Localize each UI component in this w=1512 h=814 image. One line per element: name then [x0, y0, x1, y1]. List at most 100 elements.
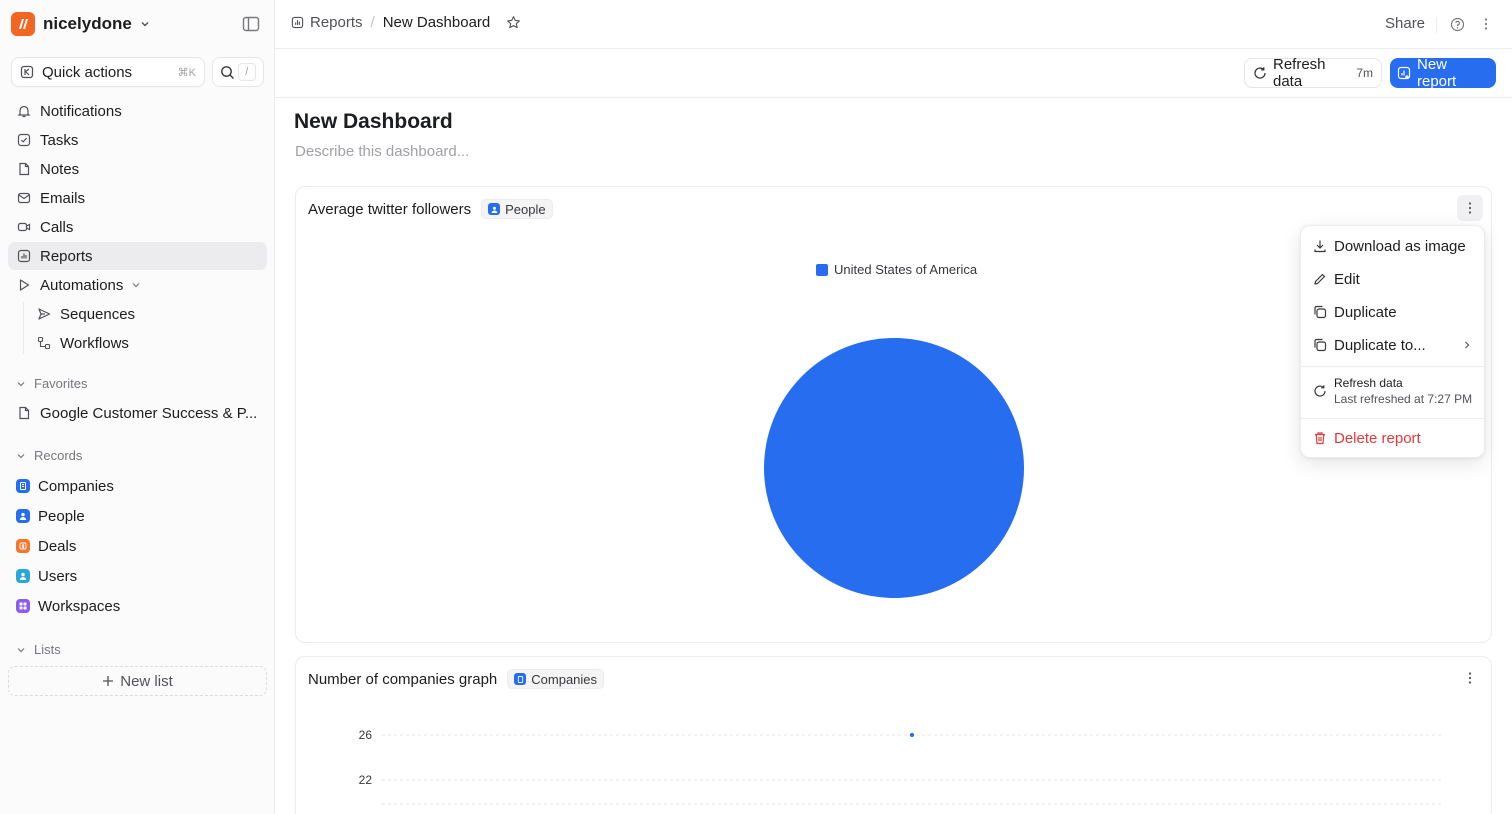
share-button[interactable]: Share — [1385, 15, 1425, 32]
send-icon — [36, 306, 52, 322]
records-heading: Records — [34, 448, 83, 463]
menu-label: Delete report — [1334, 429, 1421, 447]
more-vertical-icon[interactable] — [1479, 17, 1493, 31]
sidebar-item-label: Workflows — [60, 334, 129, 352]
sidebar-item-label: Automations — [40, 276, 124, 294]
quick-actions-shortcut: ⌘K — [177, 66, 196, 79]
report-actions-menu: Download as image Edit Duplicate Duplica… — [1300, 225, 1485, 458]
person-icon — [16, 509, 30, 523]
sidebar: nicelydone Quick actions ⌘K / Notificati… — [0, 0, 275, 814]
top-bar: Reports / New Dashboard Share — [275, 0, 1512, 49]
download-icon — [1313, 239, 1327, 253]
user-icon — [16, 569, 30, 583]
menu-download-image[interactable]: Download as image — [1305, 232, 1482, 260]
menu-refresh-data[interactable]: Refresh data Last refreshed at 7:27 PM — [1305, 371, 1482, 411]
workflow-icon — [36, 335, 52, 351]
sidebar-item-label: Tasks — [40, 131, 79, 149]
sidebar-item-deals[interactable]: Deals — [8, 532, 267, 560]
sidebar-item-automations[interactable]: Automations — [8, 271, 267, 299]
quick-actions-label: Quick actions — [42, 63, 133, 81]
menu-duplicate-to[interactable]: Duplicate to... — [1305, 331, 1482, 359]
sidebar-item-label: Sequences — [60, 305, 136, 323]
dollar-icon — [16, 539, 30, 553]
refresh-data-button[interactable]: Refresh data 7m — [1244, 56, 1382, 90]
workspace-switcher[interactable]: nicelydone — [11, 11, 150, 37]
sidebar-item-label: People — [38, 507, 85, 525]
menu-edit[interactable]: Edit — [1305, 265, 1482, 293]
refresh-age: 7m — [1356, 66, 1373, 80]
tree-guide-line — [23, 302, 24, 354]
card-title: Average twitter followers People — [308, 199, 553, 219]
reports-icon — [16, 248, 32, 264]
copy-icon — [1313, 338, 1327, 352]
note-icon — [16, 405, 32, 421]
line-chart: 26 22 — [359, 728, 1441, 805]
breadcrumb: Reports / New Dashboard — [291, 14, 521, 31]
reports-icon — [291, 16, 304, 29]
sidebar-item-workflows[interactable]: Workflows — [28, 329, 267, 357]
refresh-icon — [1313, 384, 1327, 398]
sidebar-item-label: Notes — [40, 160, 80, 178]
sidebar-item-label: Calls — [40, 218, 74, 236]
help-icon[interactable] — [1450, 17, 1465, 32]
sidebar-item-users[interactable]: Users — [8, 562, 267, 590]
card-more-button[interactable] — [1457, 665, 1483, 691]
card-title-text: Average twitter followers — [308, 200, 472, 218]
companies-icon — [514, 673, 527, 685]
y-tick-label: 22 — [359, 773, 373, 787]
page-title: New Dashboard — [294, 110, 453, 133]
sidebar-item-label: Companies — [38, 477, 114, 495]
chart-legend: United States of America — [816, 262, 977, 277]
dashboard-description-input[interactable]: Describe this dashboard... — [295, 143, 469, 160]
chevron-down-icon — [131, 280, 141, 290]
sidebar-item-label: Emails — [40, 189, 86, 207]
mail-icon — [16, 190, 32, 206]
quick-actions-button[interactable]: Quick actions ⌘K — [11, 57, 205, 87]
breadcrumb-reports[interactable]: Reports — [291, 14, 363, 31]
refresh-label: Refresh data — [1273, 56, 1326, 90]
legend-swatch — [816, 263, 828, 276]
search-icon — [220, 65, 235, 80]
lists-header[interactable]: Lists — [16, 642, 61, 657]
star-icon[interactable] — [506, 15, 521, 30]
refresh-icon — [1253, 66, 1267, 80]
sidebar-item-calls[interactable]: Calls — [8, 213, 267, 241]
sidebar-item-label: Reports — [40, 247, 93, 265]
companies-icon — [16, 479, 30, 493]
card-title-text: Number of companies graph — [308, 670, 498, 688]
report-card-line: Number of companies graph Companies 26 22 — [295, 656, 1492, 814]
search-button[interactable]: / — [212, 57, 264, 87]
menu-divider — [1301, 418, 1484, 419]
sidebar-item-people[interactable]: People — [8, 502, 267, 530]
chevron-down-icon — [140, 19, 150, 29]
menu-sublabel: Last refreshed at 7:27 PM — [1334, 392, 1473, 406]
new-report-button[interactable]: New report — [1390, 56, 1496, 90]
card-more-button[interactable] — [1457, 195, 1483, 221]
menu-delete-report[interactable]: Delete report — [1305, 424, 1482, 452]
chevron-right-icon — [1462, 340, 1472, 350]
pie-slice[interactable] — [764, 338, 1024, 598]
breadcrumb-parent-label: Reports — [310, 14, 363, 31]
sidebar-item-tasks[interactable]: Tasks — [8, 126, 267, 154]
sidebar-item-notes[interactable]: Notes — [8, 155, 267, 183]
new-list-button[interactable]: New list — [8, 666, 267, 696]
menu-duplicate[interactable]: Duplicate — [1305, 298, 1482, 326]
data-point[interactable] — [908, 731, 916, 739]
chevron-down-icon — [16, 645, 26, 655]
sidebar-item-notifications[interactable]: Notifications — [8, 97, 267, 125]
sidebar-item-emails[interactable]: Emails — [8, 184, 267, 212]
records-header[interactable]: Records — [16, 448, 82, 463]
video-icon — [16, 219, 32, 235]
chevron-down-icon — [16, 379, 26, 389]
menu-label: Refresh data — [1334, 376, 1403, 390]
favorites-header[interactable]: Favorites — [16, 376, 87, 391]
favorite-item[interactable]: Google Customer Success & P... — [8, 399, 267, 427]
sidebar-item-companies[interactable]: Companies — [8, 472, 267, 500]
chip-label: Companies — [531, 671, 598, 687]
sidebar-item-reports[interactable]: Reports — [8, 242, 267, 270]
sidebar-toggle-icon[interactable] — [241, 14, 261, 34]
sidebar-item-workspaces[interactable]: Workspaces — [8, 592, 267, 620]
lists-heading: Lists — [34, 642, 61, 657]
object-chip: Companies — [507, 669, 605, 689]
sidebar-item-sequences[interactable]: Sequences — [28, 300, 267, 328]
